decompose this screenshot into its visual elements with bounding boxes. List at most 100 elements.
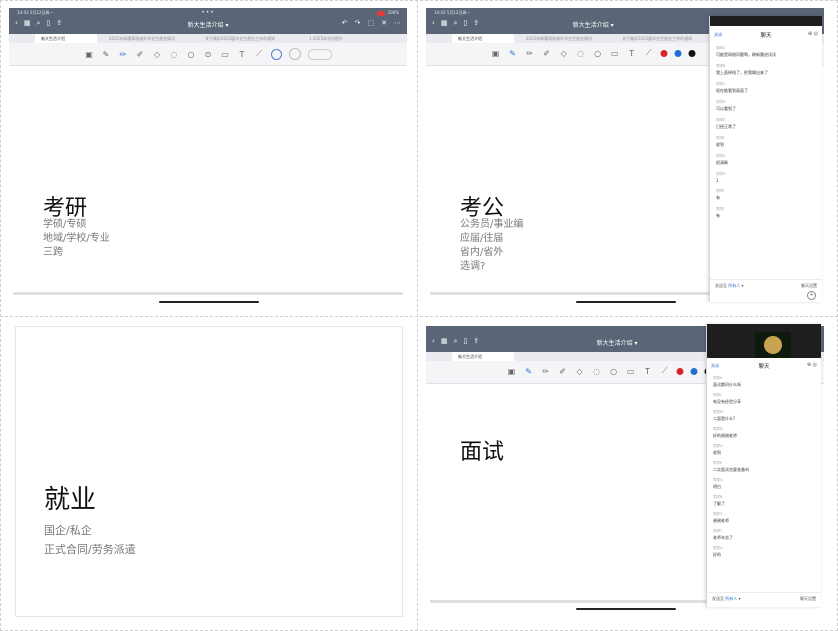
lasso-icon[interactable]: ◌ — [169, 49, 179, 59]
thumbnail-icon[interactable]: ▣ — [84, 49, 94, 59]
color-red-swatch[interactable] — [676, 367, 684, 375]
highlighter-icon[interactable]: ✐ — [542, 48, 552, 58]
pencil-icon[interactable]: ✏ — [541, 366, 551, 376]
home-indicator[interactable] — [576, 608, 676, 610]
highlighter-icon[interactable]: ✐ — [135, 49, 145, 59]
chat-close-button[interactable]: 关闭 — [714, 32, 722, 38]
tab-active[interactable]: 新大生活介绍 — [35, 34, 97, 43]
shape-icon[interactable]: ○ — [593, 48, 603, 58]
tab-active[interactable]: 新大生活介绍 — [452, 34, 514, 43]
search-icon[interactable]: ⌕ — [453, 19, 457, 28]
home-indicator[interactable] — [159, 301, 259, 303]
chat-message: 同学M 二面是什么? — [713, 410, 736, 421]
tab[interactable]: 关于做好2025届毕业生就业工作的通知 — [205, 34, 289, 43]
color-blue-swatch[interactable] — [690, 367, 698, 375]
pen-icon[interactable]: ✎ — [524, 366, 534, 376]
grid-icon[interactable]: ▦ — [441, 337, 448, 346]
document-title[interactable]: 新大生活介绍 ▾ — [188, 20, 229, 29]
panel-kaoyan: 14:43 5月12日周一 ••• 100% ‹ ▦ ⌕ ▯ ⇪ 新大生活介绍 … — [9, 8, 407, 310]
battery-status: 100% — [376, 10, 399, 16]
pointer-icon[interactable]: ⟋ — [644, 48, 654, 58]
pen-icon[interactable]: ✎ — [101, 49, 111, 59]
grid-icon[interactable]: ▦ — [24, 19, 31, 28]
grid-icon[interactable]: ▦ — [441, 19, 448, 28]
image-icon[interactable]: ▭ — [610, 48, 620, 58]
image-icon[interactable]: ▭ — [626, 366, 636, 376]
tab[interactable]: 2025年新疆高校省外毕业生就业情况 — [109, 34, 193, 43]
nav-icons: ‹ ▦ ⌕ ▯ ⇪ — [432, 19, 479, 28]
slide-canvas[interactable]: 就业 国企/私企 正式合同/劳务派遣 — [15, 326, 403, 617]
search-icon[interactable]: ⌕ — [453, 337, 457, 346]
add-icon[interactable]: + — [807, 291, 816, 300]
search-icon[interactable]: ⌕ — [36, 19, 40, 28]
slide-canvas[interactable]: 考研 学硕/专硕 地域/学校/专业 三跨 — [13, 68, 403, 295]
shape-icon[interactable]: ○ — [186, 49, 196, 59]
image-icon[interactable]: ▭ — [220, 49, 230, 59]
home-indicator[interactable] — [576, 301, 676, 303]
bullet-line: 学硕/专硕 — [43, 219, 87, 230]
pencil-icon[interactable]: ✏ — [118, 49, 128, 59]
close-icon[interactable]: ✕ — [381, 19, 387, 27]
export-icon[interactable]: ⬚ — [368, 19, 375, 27]
redo-icon[interactable]: ↷ — [355, 19, 361, 27]
document-title[interactable]: 新大生活介绍 ▾ — [573, 20, 614, 29]
chat-header: 关闭 聊天 ⊕ ◎ — [710, 30, 822, 40]
pointer-icon[interactable]: ⟋ — [660, 366, 670, 376]
eraser-icon[interactable]: ◇ — [559, 48, 569, 58]
slide-heading: 面试 — [460, 440, 505, 465]
stroke-thick-option[interactable] — [308, 48, 332, 60]
chat-message: 同学A 可能是网络问题啊，刷新重进试试 — [716, 46, 776, 57]
share-icon[interactable]: ⇪ — [56, 19, 62, 28]
bookmark-icon[interactable]: ▯ — [463, 337, 467, 346]
chat-message: 同学P 二次面试也要准备吗 — [713, 461, 749, 472]
share-icon[interactable]: ⇪ — [473, 19, 479, 28]
document-title[interactable]: 新大生活介绍 ▾ — [597, 338, 638, 347]
send-to-selector[interactable]: 发送至 所有人 ▾ — [715, 283, 744, 289]
chat-footer: 发送至 所有人 ▾ 聊天设置 + — [710, 279, 822, 302]
right-icons: ↶ ↷ ⬚ ✕ ⋯ — [342, 19, 401, 27]
shape-icon[interactable]: ○ — [609, 366, 619, 376]
back-icon[interactable]: ‹ — [432, 19, 435, 28]
thumbnail-icon[interactable]: ▣ — [491, 48, 501, 58]
video-thumbnail[interactable] — [755, 332, 791, 358]
highlighter-icon[interactable]: ✐ — [558, 366, 568, 376]
stroke-medium-option[interactable] — [289, 48, 301, 60]
send-to-selector[interactable]: 发送至 所有人 ▾ — [712, 596, 741, 602]
color-red-swatch[interactable] — [660, 49, 668, 57]
undo-icon[interactable]: ↶ — [342, 19, 348, 27]
chat-settings-icon[interactable]: ⊕ ◎ — [807, 362, 817, 368]
color-black-swatch[interactable] — [688, 49, 696, 57]
chat-status-bar — [710, 16, 822, 26]
back-icon[interactable]: ‹ — [432, 337, 435, 346]
tab-active[interactable]: 新大生活介绍 — [452, 352, 514, 361]
chat-settings-icon[interactable]: ⊕ ◎ — [808, 31, 818, 37]
bookmark-icon[interactable]: ▯ — [463, 19, 467, 28]
share-icon[interactable]: ⇪ — [473, 337, 479, 346]
bullet-line: 正式合同/劳务派遣 — [44, 543, 136, 556]
thumbnail-icon[interactable]: ▣ — [507, 366, 517, 376]
pointer-icon[interactable]: ⟋ — [254, 49, 264, 59]
pencil-icon[interactable]: ✏ — [525, 48, 535, 58]
color-blue-swatch[interactable] — [674, 49, 682, 57]
text-icon[interactable]: T — [627, 48, 637, 58]
stroke-thin-option[interactable] — [271, 48, 282, 60]
chat-settings-button[interactable]: 聊天设置 — [800, 596, 816, 602]
chat-close-button[interactable]: 关闭 — [711, 363, 719, 369]
bookmark-icon[interactable]: ▯ — [46, 19, 50, 28]
eraser-icon[interactable]: ◇ — [575, 366, 585, 376]
text-icon[interactable]: T — [643, 366, 653, 376]
tab[interactable]: 1.2025年学历提升 — [309, 34, 393, 43]
pen-icon[interactable]: ✎ — [508, 48, 518, 58]
more-icon[interactable]: ⋯ — [394, 19, 401, 27]
lasso-icon[interactable]: ◌ — [592, 366, 602, 376]
tab[interactable]: 关于做好2025届毕业生就业工作的通知 — [622, 34, 706, 43]
tab[interactable]: 2025年新疆高校省外毕业生就业情况 — [526, 34, 610, 43]
chat-settings-button[interactable]: 聊天设置 — [801, 283, 817, 289]
text-icon[interactable]: T — [237, 49, 247, 59]
back-icon[interactable]: ‹ — [15, 19, 18, 28]
chat-footer: 发送至 所有人 ▾ 聊天设置 — [707, 592, 821, 607]
sticker-icon[interactable]: ⊙ — [203, 49, 213, 59]
more-dots-icon[interactable]: ••• — [201, 9, 215, 16]
eraser-icon[interactable]: ◇ — [152, 49, 162, 59]
lasso-icon[interactable]: ◌ — [576, 48, 586, 58]
